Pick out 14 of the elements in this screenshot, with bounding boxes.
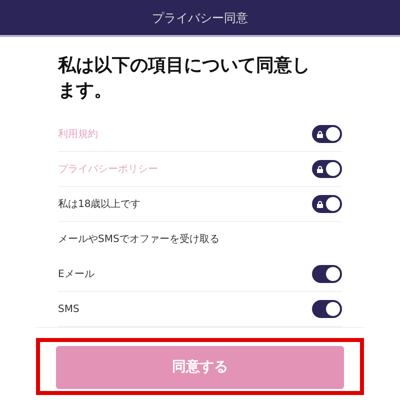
option-label: Eメール: [58, 268, 94, 282]
toggle-switch[interactable]: [312, 300, 342, 318]
toggle-switch[interactable]: [312, 195, 342, 214]
window-title: プライバシー同意: [152, 10, 248, 26]
option-label: 私は18歳以上です: [58, 198, 141, 212]
toggle-switch[interactable]: [312, 125, 342, 144]
terms-link[interactable]: プライバシーポリシー: [58, 162, 158, 177]
option-label: SMS: [58, 302, 80, 317]
consent-heading: 私は以下の項目について同意します。: [58, 54, 311, 104]
toggle-switch[interactable]: [312, 265, 342, 284]
section-label: メールやSMSでオファーを受け取る: [58, 232, 220, 248]
terms-link[interactable]: 利用規約: [58, 126, 98, 142]
toggle-switch[interactable]: [312, 160, 342, 178]
agree-button[interactable]: 同意する: [56, 346, 344, 390]
